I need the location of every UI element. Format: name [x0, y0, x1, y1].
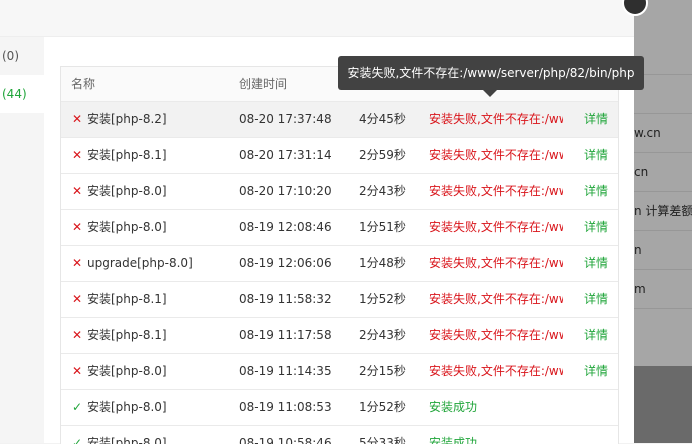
details-link[interactable]: 详情 — [584, 138, 614, 173]
task-time: 08-19 12:06:06 — [239, 256, 332, 270]
task-name-label: 安装[php-8.0] — [87, 400, 167, 414]
task-name-label: 安装[php-8.0] — [87, 184, 167, 198]
task-name-label: 安装[php-8.1] — [87, 148, 167, 162]
tooltip-arrow — [483, 90, 497, 97]
table-row: ✕ 安装[php-8.0] 08-20 17:10:20 2分43秒 安装失败,文件不存… — [61, 174, 618, 210]
task-duration: 4分45秒 — [359, 112, 406, 126]
cross-icon: ✕ — [71, 148, 83, 162]
task-table: 名称 创建时间 ✕ 安装[php-8.2] 08-20 17:37:48 4分45秒安… — [60, 66, 619, 444]
table-row: ✕ 安装[php-8.1] 08-19 11:17:58 2分43秒 安装失败,文件不存… — [61, 318, 618, 354]
task-status: 安装失败,文件不存在:/www/server/php/81/bin/php — [429, 292, 563, 306]
details-link — [584, 390, 614, 425]
table-row: ✕ 安装[php-8.1] 08-20 17:31:14 2分59秒 安装失败,文件不存… — [61, 138, 618, 174]
task-duration: 1分52秒 — [359, 400, 406, 414]
task-name: ✕ 安装[php-8.1] — [71, 282, 231, 317]
task-time: 08-20 17:31:14 — [239, 148, 332, 162]
modal-header — [0, 0, 634, 37]
task-name: ✕ upgrade[php-8.0] — [71, 246, 231, 281]
task-time: 08-19 10:58:46 — [239, 436, 332, 444]
task-name-label: 安装[php-8.1] — [87, 328, 167, 342]
task-duration: 1分48秒 — [359, 256, 406, 270]
tab-completed[interactable]: (44) — [0, 75, 44, 113]
task-name-label: 安装[php-8.2] — [87, 112, 167, 126]
task-status: 安装成功 — [429, 436, 478, 444]
task-name: ✕ 安装[php-8.0] — [71, 354, 231, 389]
task-status: 安装失败,文件不存在:/www/server/php/80/bin/php — [429, 220, 563, 234]
task-status: 安装失败,文件不存在:/www/server/php/81/bin/php — [429, 148, 563, 162]
task-time: 08-19 11:58:32 — [239, 292, 332, 306]
task-name: ✕ 安装[php-8.0] — [71, 174, 231, 209]
task-duration: 2分15秒 — [359, 364, 406, 378]
cross-icon: ✕ — [71, 292, 83, 306]
task-name: ✓ 安装[php-8.0] — [71, 426, 231, 444]
status-tooltip: 安装失败,文件不存在:/www/server/php/82/bin/php — [338, 56, 644, 90]
tab-pending[interactable]: (0) — [0, 37, 44, 75]
details-link[interactable]: 详情 — [584, 246, 614, 281]
cross-icon: ✕ — [71, 256, 83, 270]
details-link[interactable]: 详情 — [584, 210, 614, 245]
details-link[interactable]: 详情 — [584, 102, 614, 137]
table-row: ✓ 安装[php-8.0] 08-19 10:58:46 5分33秒 安装成功 — [61, 426, 618, 444]
task-name-label: 安装[php-8.0] — [87, 220, 167, 234]
cross-icon: ✕ — [71, 328, 83, 342]
cross-icon: ✕ — [71, 364, 83, 378]
task-time: 08-19 12:08:46 — [239, 220, 332, 234]
task-name-label: 安装[php-8.0] — [87, 364, 167, 378]
task-status: 安装失败,文件不存在:/www/server/php/80/bin/php — [429, 256, 563, 270]
task-name: ✕ 安装[php-8.0] — [71, 210, 231, 245]
details-link[interactable]: 详情 — [584, 174, 614, 209]
task-duration: 2分59秒 — [359, 148, 406, 162]
task-status: 安装失败,文件不存在:/www/server/php/81/bin/php — [429, 328, 563, 342]
table-row: ✕ 安装[php-8.0] 08-19 11:14:35 2分15秒 安装失败,文件不存… — [61, 354, 618, 390]
task-name: ✕ 安装[php-8.1] — [71, 138, 231, 173]
cross-icon: ✕ — [71, 220, 83, 234]
task-duration: 5分33秒 — [359, 436, 406, 444]
modal-sidebar: (0) (44) — [0, 37, 44, 443]
details-link[interactable]: 详情 — [584, 354, 614, 389]
check-icon: ✓ — [71, 436, 83, 444]
task-status: 安装成功 — [429, 400, 478, 414]
task-time: 08-20 17:10:20 — [239, 184, 332, 198]
task-duration: 2分43秒 — [359, 328, 406, 342]
task-time: 08-19 11:14:35 — [239, 364, 332, 378]
task-name: ✓ 安装[php-8.0] — [71, 390, 231, 425]
task-time: 08-19 11:08:53 — [239, 400, 332, 414]
header-time: 创建时间 — [239, 77, 288, 91]
table-row: ✕ upgrade[php-8.0] 08-19 12:06:06 1分48秒 安装失败… — [61, 246, 618, 282]
task-name: ✕ 安装[php-8.1] — [71, 318, 231, 353]
task-name-label: 安装[php-8.1] — [87, 292, 167, 306]
task-name: ✕ 安装[php-8.2] — [71, 102, 231, 137]
table-row: ✕ 安装[php-8.1] 08-19 11:58:32 1分52秒 安装失败,文件不存… — [61, 282, 618, 318]
header-name: 名称 — [71, 77, 96, 91]
table-row: ✕ 安装[php-8.0] 08-19 12:08:46 1分51秒 安装失败,文件不存… — [61, 210, 618, 246]
task-duration: 1分52秒 — [359, 292, 406, 306]
details-link[interactable]: 详情 — [584, 318, 614, 353]
check-icon: ✓ — [71, 400, 83, 414]
table-row: ✕ 安装[php-8.2] 08-20 17:37:48 4分45秒 安装失败,文件不存… — [61, 102, 618, 138]
table-row: ✓ 安装[php-8.0] 08-19 11:08:53 1分52秒 安装成功 — [61, 390, 618, 426]
task-time: 08-20 17:37:48 — [239, 112, 332, 126]
background-footer — [634, 366, 692, 443]
details-link[interactable]: 详情 — [584, 282, 614, 317]
cross-icon: ✕ — [71, 112, 83, 126]
details-link — [584, 426, 614, 444]
task-status: 安装失败,文件不存在:/www/server/php/82/bin/php — [429, 112, 563, 126]
task-time: 08-19 11:17:58 — [239, 328, 332, 342]
task-duration: 2分43秒 — [359, 184, 406, 198]
task-name-label: upgrade[php-8.0] — [87, 256, 193, 270]
task-status: 安装失败,文件不存在:/www/server/php/80/bin/php — [429, 364, 563, 378]
task-duration: 1分51秒 — [359, 220, 406, 234]
cross-icon: ✕ — [71, 184, 83, 198]
task-status: 安装失败,文件不存在:/www/server/php/80/bin/php — [429, 184, 563, 198]
